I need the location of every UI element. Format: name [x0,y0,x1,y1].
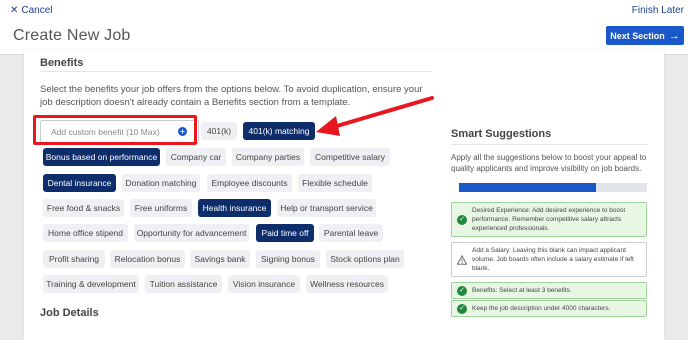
annotation-arrow [316,96,434,136]
